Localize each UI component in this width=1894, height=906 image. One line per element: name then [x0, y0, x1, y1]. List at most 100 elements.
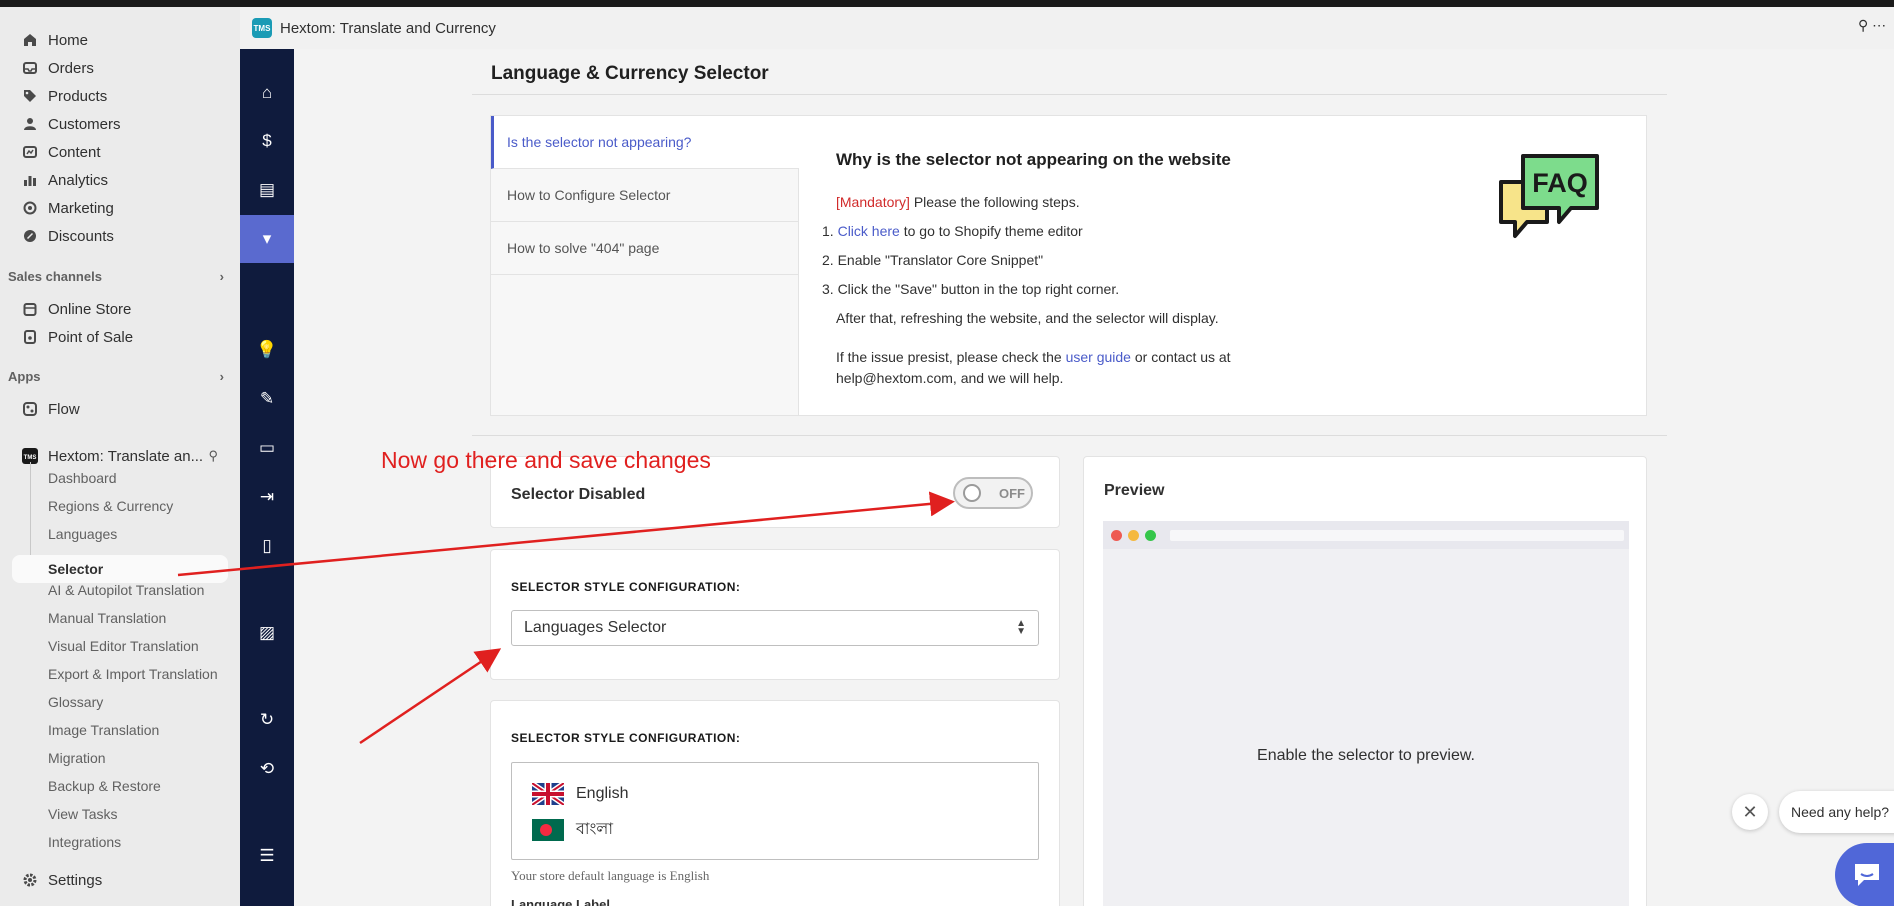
faq-tab-404[interactable]: How to solve "404" page: [491, 222, 799, 275]
nav-point-of-sale[interactable]: Point of Sale: [12, 325, 228, 349]
rail-selector-button[interactable]: ▾: [240, 215, 294, 263]
faq-badge-icon: FAQ: [1499, 154, 1599, 238]
nav-products[interactable]: Products: [12, 84, 228, 108]
preview-browser-frame: Enable the selector to preview.: [1103, 521, 1629, 906]
bangladesh-flag-icon: [532, 818, 564, 841]
store-icon: [22, 301, 38, 317]
nav-analytics[interactable]: Analytics: [12, 168, 228, 192]
nav-settings[interactable]: Settings: [12, 868, 228, 892]
help-close-button[interactable]: ✕: [1732, 794, 1768, 830]
user-guide-link[interactable]: user guide: [1066, 349, 1131, 365]
faq-tab-not-appearing[interactable]: Is the selector not appearing?: [491, 116, 799, 169]
pin-icon[interactable]: ⚲ ⋯: [1858, 17, 1886, 34]
nav-hextom-app[interactable]: TMS Hextom: Translate an... ⚲: [12, 444, 228, 468]
click-here-link[interactable]: Click here: [838, 223, 900, 239]
app-rail: ⌂ $ ▤ ▾ 💡 ✎ ▭ ⇥ ▯ ▨ ↻ ⟲ ☰: [240, 49, 294, 906]
target-icon: [22, 200, 38, 216]
lightbulb-icon: 💡: [256, 340, 278, 359]
subnav-backup-restore[interactable]: Backup & Restore: [48, 778, 161, 794]
nav-content[interactable]: Content: [12, 140, 228, 164]
app-title: Hextom: Translate and Currency: [280, 19, 496, 37]
rail-history-button[interactable]: ⟲: [240, 745, 294, 793]
rail-glossary-button[interactable]: ▯: [240, 522, 294, 570]
rail-ai-button[interactable]: 💡: [240, 326, 294, 374]
faq-step-3: 3. Click the "Save" button in the top ri…: [822, 281, 1120, 297]
subnav-dashboard[interactable]: Dashboard: [48, 470, 117, 486]
subnav-selector[interactable]: Selector: [48, 555, 103, 583]
language-option-bangla[interactable]: বাংলা: [532, 816, 613, 843]
subnav-image-translation[interactable]: Image Translation: [48, 722, 159, 738]
subnav-glossary[interactable]: Glossary: [48, 694, 103, 710]
divider: [472, 94, 1667, 95]
subnav-view-tasks[interactable]: View Tasks: [48, 806, 118, 822]
subnav-integrations[interactable]: Integrations: [48, 834, 121, 850]
close-icon: ✕: [1742, 801, 1758, 822]
selector-toggle[interactable]: OFF: [953, 477, 1033, 509]
minimize-dot-icon: [1128, 529, 1139, 541]
nav-flow[interactable]: Flow: [12, 397, 228, 421]
flow-icon: [22, 401, 38, 417]
nav-marketing[interactable]: Marketing: [12, 196, 228, 220]
svg-text:FAQ: FAQ: [1532, 168, 1588, 198]
annotation-text: Now go there and save changes: [381, 447, 711, 473]
rail-home-button[interactable]: ⌂: [240, 69, 294, 117]
subnav-regions-currency[interactable]: Regions & Currency: [48, 498, 173, 514]
sales-channels-heading[interactable]: Sales channels ›: [8, 269, 224, 284]
import-icon: ⇥: [259, 487, 275, 506]
subnav-export-import[interactable]: Export & Import Translation: [48, 666, 218, 682]
top-bar: [0, 0, 1894, 7]
nav-orders[interactable]: Orders: [12, 56, 228, 80]
rail-languages-button[interactable]: ▤: [240, 166, 294, 214]
nav-discounts[interactable]: Discounts: [12, 224, 228, 248]
subnav-visual-editor[interactable]: Visual Editor Translation: [48, 638, 199, 654]
subnav-ai-autopilot[interactable]: AI & Autopilot Translation: [48, 582, 204, 598]
faq-card: Is the selector not appearing? How to Co…: [490, 115, 1647, 416]
nav-online-store[interactable]: Online Store: [12, 297, 228, 321]
pin-icon[interactable]: ⚲: [208, 448, 218, 464]
content-icon: [22, 144, 38, 160]
selector-style-select[interactable]: Languages Selector ▲ ▼: [511, 610, 1039, 646]
chevron-right-icon: ›: [219, 269, 224, 284]
rail-image-button[interactable]: ▨: [240, 609, 294, 657]
address-bar: [1170, 529, 1624, 541]
translate-icon: ▤: [258, 180, 276, 199]
history-icon: ⟲: [259, 759, 275, 778]
inbox-icon: [22, 60, 38, 76]
nav-customers[interactable]: Customers: [12, 112, 228, 136]
rail-currency-button[interactable]: $: [240, 117, 294, 165]
faq-tab-configure[interactable]: How to Configure Selector: [491, 169, 799, 222]
preview-card: Preview Enable the selector to preview.: [1083, 456, 1647, 906]
language-list: English বাংলা: [511, 762, 1039, 860]
subnav-languages[interactable]: Languages: [48, 526, 117, 542]
style-config-heading: SELECTOR STYLE CONFIGURATION:: [511, 580, 741, 594]
faq-step-2: 2. Enable "Translator Core Snippet": [822, 252, 1044, 268]
language-label-heading: Language Label: [511, 897, 610, 906]
subnav-manual-translation[interactable]: Manual Translation: [48, 610, 166, 626]
nav-home[interactable]: Home: [12, 28, 228, 52]
page-title: Language & Currency Selector: [491, 63, 769, 84]
chat-launcher-button[interactable]: [1835, 843, 1894, 906]
apps-heading[interactable]: Apps ›: [8, 369, 224, 384]
default-language-note: Your store default language is English: [511, 868, 710, 883]
chevron-right-icon: ›: [219, 369, 224, 384]
document-icon: ▯: [262, 536, 272, 555]
rail-import-button[interactable]: ⇥: [240, 473, 294, 521]
divider: [472, 435, 1667, 436]
language-option-english[interactable]: English: [532, 783, 628, 805]
rail-manual-button[interactable]: ✎: [240, 375, 294, 423]
rail-list-button[interactable]: ☰: [240, 832, 294, 880]
subnav-migration[interactable]: Migration: [48, 750, 106, 766]
refresh-icon: ↻: [259, 710, 275, 729]
preview-title: Preview: [1104, 482, 1165, 499]
rail-sync-button[interactable]: ↻: [240, 696, 294, 744]
help-bubble[interactable]: Need any help?: [1779, 791, 1894, 833]
rail-visual-button[interactable]: ▭: [240, 424, 294, 472]
app-header: TMS Hextom: Translate and Currency: [240, 7, 1894, 49]
language-config-heading: SELECTOR STYLE CONFIGURATION:: [511, 731, 741, 745]
discount-icon: [22, 228, 38, 244]
maximize-dot-icon: [1145, 529, 1156, 541]
faq-step-1: 1. Click here to go to Shopify theme edi…: [822, 223, 1083, 239]
chat-icon: [1855, 864, 1879, 886]
language-config-card: SELECTOR STYLE CONFIGURATION: English বা…: [490, 700, 1060, 906]
select-arrows-icon: ▲ ▼: [1016, 618, 1026, 637]
